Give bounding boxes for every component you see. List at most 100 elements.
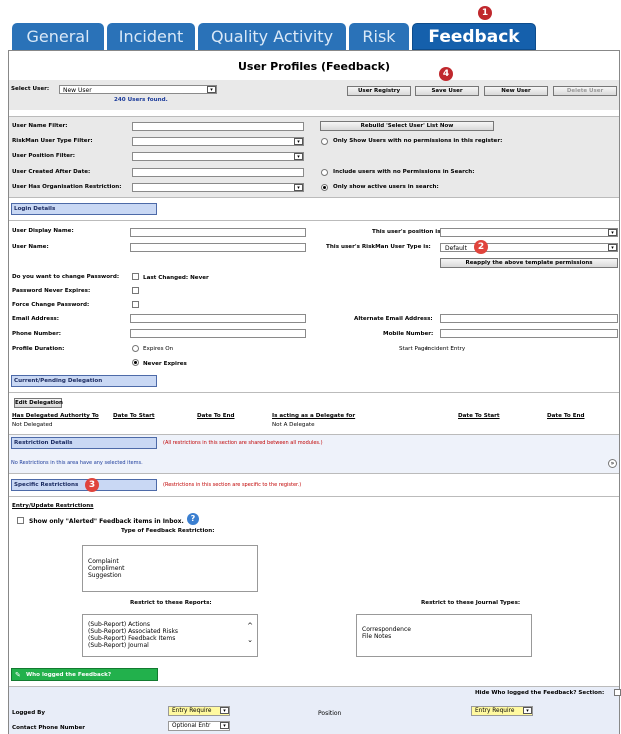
chevron-down-icon: ▾ [608,229,617,236]
reports-title: Restrict to these Reports: [130,600,212,606]
user-type-filter-label: RiskMan User Type Filter: [12,138,93,144]
delegation-header: Current/Pending Delegation [11,375,157,387]
list-item[interactable]: Suggestion [88,572,252,579]
scroll-up-icon[interactable]: ^ [247,623,253,630]
tab-quality-activity[interactable]: Quality Activity [198,23,346,50]
chevron-down-icon: ▾ [523,707,532,714]
user-name-filter-label: User Name Filter: [12,123,68,129]
feedback-type-list[interactable]: Complaint Compliment Suggestion [82,545,258,592]
user-org-restriction-dropdown[interactable]: ▾ [132,183,304,192]
user-type-label: This user's RiskMan User Type is: [326,244,431,250]
callout-badge-4: 4 [439,67,453,81]
chevron-down-icon: ▾ [220,707,229,714]
reports-list[interactable]: (Sub-Report) Actions (Sub-Report) Associ… [82,614,258,657]
user-type-dropdown[interactable]: Default ▾ [440,243,618,252]
chevron-down-icon: ▾ [294,138,303,145]
journal-types-list[interactable]: Correspondence File Notes [356,614,532,657]
tab-incident[interactable]: Incident [107,23,195,50]
user-name-filter-input[interactable] [132,122,304,131]
delete-user-button[interactable]: Delete User [553,86,617,96]
rebuild-list-button[interactable]: Rebuild 'Select User' List Now [320,121,494,131]
list-item[interactable]: (Sub-Report) Associated Risks [88,628,252,635]
pencil-icon: ✎ [15,671,21,679]
email-input[interactable] [130,314,306,323]
callout-badge-1: 1 [478,6,492,20]
contact-phone-value: Optional Entr [172,723,211,729]
password-never-expires-checkbox[interactable] [132,287,139,294]
list-item[interactable]: Compliment [88,565,252,572]
no-restrictions-text: No Restrictions in this area have any se… [11,460,143,466]
save-user-button[interactable]: Save User [415,86,479,96]
select-user-value: New User [63,87,92,94]
chevron-down-icon: ▾ [608,244,617,251]
user-type-filter-dropdown[interactable]: ▾ [132,137,304,146]
reapply-template-button[interactable]: Reapply the above template permissions [440,258,618,268]
list-item[interactable]: Complaint [88,558,252,565]
phone-input[interactable] [130,329,306,338]
user-registry-button[interactable]: User Registry [347,86,411,96]
page-title: User Profiles (Feedback) [237,60,391,73]
tab-feedback[interactable]: Feedback [412,23,536,50]
delegation-value-2: Not A Delegate [272,422,315,428]
profile-duration-label: Profile Duration: [12,346,65,352]
list-item[interactable]: (Sub-Report) Journal [88,642,252,649]
users-found-count: 240 Users found. [114,97,168,103]
mobile-input[interactable] [440,329,618,338]
callout-badge-2: 2 [474,240,488,254]
only-no-permissions-label: Only Show Users with no permissions in t… [333,138,503,144]
include-no-permissions-radio[interactable] [321,169,328,176]
select-user-dropdown[interactable]: New User ▾ [59,85,217,94]
scroll-down-icon[interactable]: ⌄ [247,637,253,644]
hide-logged-section-checkbox[interactable] [614,689,621,696]
logged-by-dropdown[interactable]: Entry Require ▾ [168,706,230,716]
delegation-col-2: Date To Start [113,413,155,419]
display-name-input[interactable] [130,228,306,237]
user-position-filter-dropdown[interactable]: ▾ [132,152,304,161]
only-active-users-radio[interactable] [321,184,328,191]
list-item[interactable]: File Notes [362,633,526,640]
delegation-col-5: Date To Start [458,413,500,419]
email-label: Email Address: [12,316,59,322]
chevron-down-icon: ▾ [294,153,303,160]
list-item[interactable]: Correspondence [362,626,526,633]
user-created-after-input[interactable] [132,168,304,177]
only-no-permissions-radio[interactable] [321,138,328,145]
restriction-details-note: (All restrictions in this section are sh… [163,440,323,446]
list-item[interactable]: (Sub-Report) Feedback Items [88,635,252,642]
tab-risk[interactable]: Risk [349,23,409,50]
restriction-details-header: Restriction Details [11,437,157,449]
specific-restrictions-note: (Restrictions in this section are specif… [163,482,302,488]
expires-on-radio[interactable] [132,345,139,352]
force-change-password-checkbox[interactable] [132,301,139,308]
position-requirement-dropdown[interactable]: Entry Require ▾ [471,706,533,716]
logged-by-label: Logged By [12,710,46,716]
alt-email-input[interactable] [440,314,618,323]
contact-phone-dropdown[interactable]: Optional Entr ▾ [168,721,230,731]
help-icon[interactable]: ? [187,513,199,525]
expand-toggle-icon[interactable]: » [608,459,617,468]
change-password-checkbox[interactable] [132,273,139,280]
tab-general[interactable]: General [12,23,104,50]
password-never-expires-label: Password Never Expires: [12,288,91,294]
user-type-value: Default [445,245,467,252]
user-name-input[interactable] [130,243,306,252]
delegation-col-6: Date To End [547,413,585,419]
edit-delegation-button[interactable]: Edit Delegation [14,398,63,408]
new-user-button[interactable]: New User [484,86,548,96]
include-no-permissions-label: Include users with no Permissions in Sea… [333,169,475,175]
position-field-label: Position [318,710,342,717]
user-org-restriction-label: User Has Organisation Restriction: [12,184,122,190]
never-expires-radio[interactable] [132,359,139,366]
never-expires-label: Never Expires [143,361,187,367]
divider [9,220,619,221]
alerted-only-checkbox[interactable] [17,517,24,524]
change-password-label: Do you want to change Password: [12,274,120,280]
list-item[interactable]: (Sub-Report) Actions [88,621,252,628]
only-active-users-label: Only show active users in search: [333,184,439,190]
feedback-type-title: Type of Feedback Restriction: [121,528,215,534]
divider [9,392,619,393]
chevron-down-icon: ▾ [220,722,229,729]
force-change-password-label: Force Change Password: [12,302,90,308]
position-dropdown[interactable]: ▾ [440,228,618,237]
contact-phone-label: Contact Phone Number [12,725,86,731]
